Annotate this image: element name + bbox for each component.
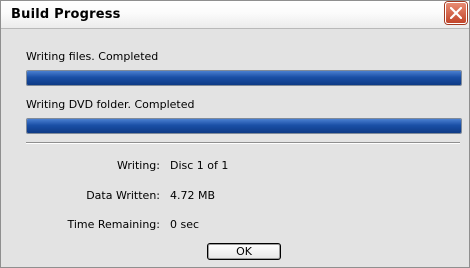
- data-written-label: Data Written:: [86, 189, 160, 202]
- close-x-icon: [450, 7, 462, 19]
- task-label-files: Writing files. Completed: [26, 50, 159, 63]
- dialog-content: Writing files. Completed Writing DVD fol…: [12, 39, 464, 265]
- progress-bar-files: [26, 70, 462, 86]
- ok-button[interactable]: OK: [207, 243, 281, 260]
- writing-label: Writing:: [117, 159, 160, 172]
- task-label-dvd-folder: Writing DVD folder. Completed: [26, 98, 195, 111]
- time-remaining-label: Time Remaining:: [67, 218, 160, 231]
- divider: [26, 142, 460, 144]
- build-progress-dialog: Build Progress Writing files. Completed …: [0, 0, 470, 268]
- close-button[interactable]: [445, 2, 467, 24]
- time-remaining-value: 0 sec: [170, 218, 200, 231]
- data-written-value: 4.72 MB: [170, 189, 216, 202]
- dialog-title: Build Progress: [11, 7, 121, 22]
- writing-value: Disc 1 of 1: [170, 159, 229, 172]
- title-bar: Build Progress: [1, 1, 469, 29]
- progress-fill-dvd-folder: [27, 119, 461, 133]
- progress-fill-files: [27, 71, 461, 85]
- progress-bar-dvd-folder: [26, 118, 462, 134]
